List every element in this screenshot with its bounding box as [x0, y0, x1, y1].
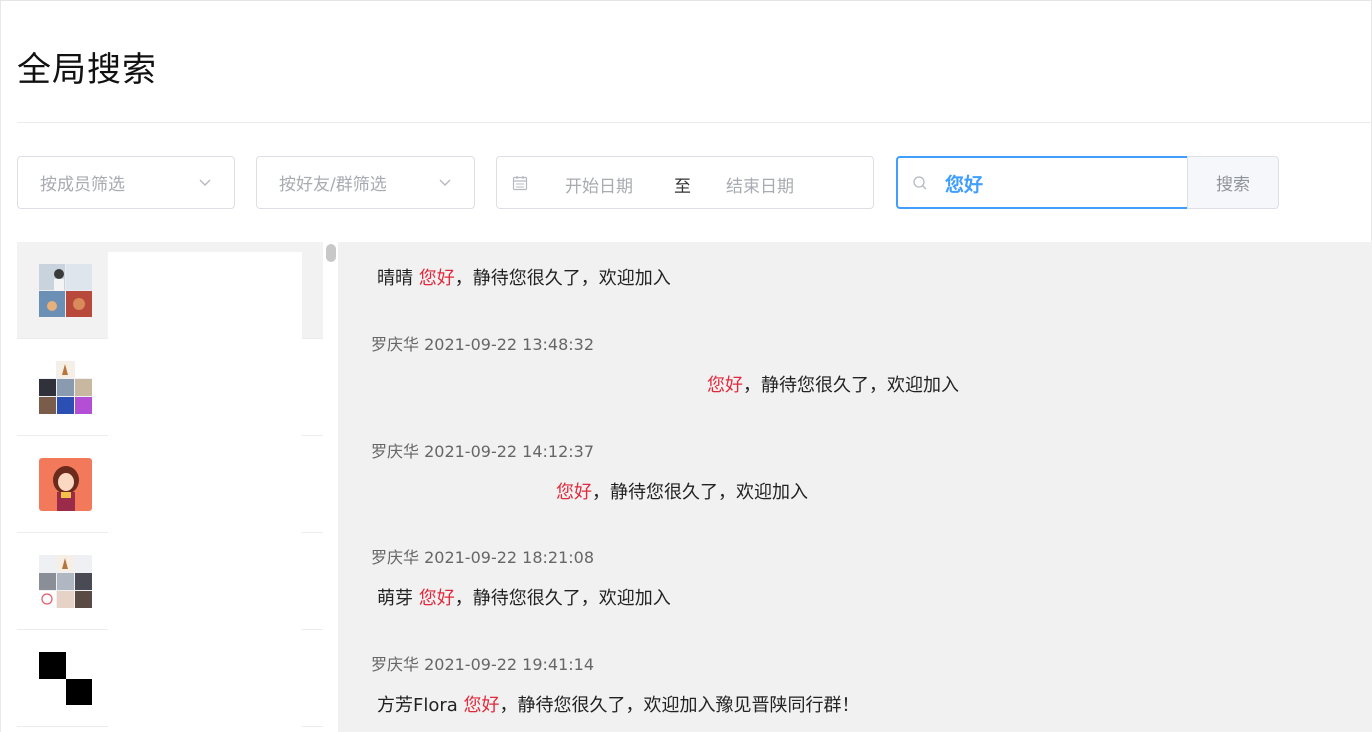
message-suffix: ，静待您很久了，欢迎加入 — [454, 268, 671, 289]
message-text: 晴晴 您好，静待您很久了，欢迎加入 — [377, 264, 671, 290]
message-text: 您好，静待您很久了，欢迎加入 — [556, 478, 808, 504]
message-prefix: 方芳Flora — [377, 695, 464, 716]
chevron-down-icon — [439, 179, 451, 186]
calendar-icon — [512, 176, 528, 191]
keyword-highlight: 您好 — [418, 588, 455, 609]
search-icon — [913, 176, 927, 190]
conversation-scrollbar[interactable] — [324, 242, 338, 732]
search-input[interactable] — [945, 166, 1175, 200]
date-range-separator: 至 — [674, 177, 691, 197]
message-results-panel: 晴晴 您好，静待您很久了，欢迎加入 罗庆华 2021-09-22 13:48:3… — [338, 242, 1372, 732]
checker-avatar — [39, 652, 92, 705]
photo-collage-avatar — [39, 361, 92, 414]
message-suffix: ，静待您很久了，欢迎加入 — [743, 375, 959, 396]
page-title: 全局搜索 — [17, 50, 157, 90]
message-text: 方芳Flora 您好，静待您很久了，欢迎加入豫见晋陕同行群！ — [377, 691, 860, 717]
scrollbar-thumb[interactable] — [326, 244, 336, 262]
photo-collage-avatar — [39, 555, 92, 608]
conversation-list — [17, 242, 323, 732]
message-text: 萌芽 您好，静待您很久了，欢迎加入 — [377, 584, 671, 610]
member-filter-placeholder: 按成员筛选 — [40, 175, 125, 195]
start-date-input[interactable]: 开始日期 — [565, 172, 633, 197]
chevron-down-icon — [199, 179, 211, 186]
friend-group-filter-placeholder: 按好友/群筛选 — [279, 175, 387, 195]
message-meta: 罗庆华 2021-09-22 19:41:14 — [371, 655, 595, 674]
keyword-highlight: 您好 — [418, 268, 455, 289]
message-suffix: ，静待您很久了，欢迎加入豫见晋陕同行群！ — [499, 695, 860, 716]
keyword-highlight: 您好 — [556, 482, 592, 503]
global-search-page: 全局搜索 按成员筛选 按好友/群筛选 开始日期 至 结束日期 您好 搜索 晴晴 … — [0, 0, 1372, 732]
search-button[interactable]: 搜索 — [1187, 156, 1279, 209]
keyword-highlight: 您好 — [707, 375, 743, 396]
message-meta: 罗庆华 2021-09-22 13:48:32 — [371, 335, 595, 354]
privacy-mask — [108, 252, 302, 732]
message-suffix: ，静待您很久了，欢迎加入 — [592, 482, 808, 503]
keyword-search-box[interactable] — [896, 156, 1187, 209]
message-prefix: 晴晴 — [377, 268, 419, 289]
message-meta: 罗庆华 2021-09-22 18:21:08 — [371, 548, 595, 567]
keyword-highlight: 您好 — [463, 695, 500, 716]
end-date-input[interactable]: 结束日期 — [726, 172, 794, 197]
message-suffix: ，静待您很久了，欢迎加入 — [454, 588, 671, 609]
photo-collage-avatar — [39, 264, 92, 317]
message-text: 您好，静待您很久了，欢迎加入 — [707, 371, 959, 397]
member-filter-select[interactable]: 按成员筛选 — [17, 156, 235, 209]
cartoon-girl-avatar — [39, 458, 92, 511]
message-meta: 罗庆华 2021-09-22 14:12:37 — [371, 442, 595, 461]
friend-group-filter-select[interactable]: 按好友/群筛选 — [256, 156, 475, 209]
message-prefix: 萌芽 — [377, 588, 419, 609]
date-range-picker[interactable]: 开始日期 至 结束日期 — [496, 156, 874, 209]
title-divider — [17, 122, 1372, 123]
